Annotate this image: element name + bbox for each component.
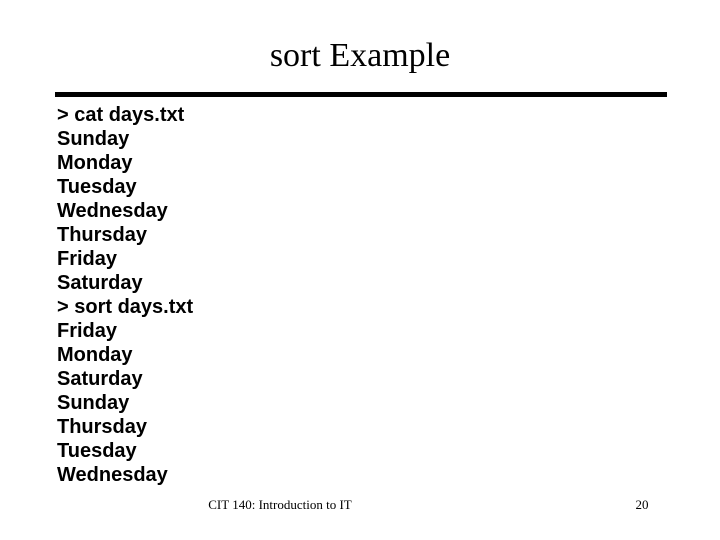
terminal-output-line: Sunday [57, 128, 130, 150]
terminal-output-line: Saturday [57, 272, 143, 294]
terminal-command-line: > sort days.txt [57, 296, 194, 318]
terminal-command-line: > cat days.txt [57, 104, 185, 126]
footer-course-label: CIT 140: Introduction to IT [208, 497, 352, 512]
terminal-output-line: Wednesday [57, 200, 168, 222]
slide: sort Example > cat days.txt Sunday Monday T… [0, 0, 720, 540]
terminal-output-line: Thursday [57, 416, 148, 438]
footer-page-number: 20 [635, 497, 649, 512]
page-title: sort Example [269, 37, 451, 74]
terminal-output-line: Tuesday [57, 440, 137, 462]
terminal-output-line: Thursday [57, 224, 148, 246]
terminal-output-line: Monday [57, 344, 133, 366]
terminal-output-line: Sunday [57, 392, 130, 414]
terminal-output-line: Friday [57, 320, 118, 342]
terminal-output-line: Wednesday [57, 464, 168, 486]
terminal-output-line: Monday [57, 152, 133, 174]
title-divider [55, 92, 667, 97]
terminal-output-line: Tuesday [57, 176, 137, 198]
terminal-output-line: Friday [57, 248, 118, 270]
terminal-transcript: > cat days.txt Sunday Monday Tuesday Wednesd… [57, 103, 657, 487]
terminal-output-line: Saturday [57, 368, 143, 390]
